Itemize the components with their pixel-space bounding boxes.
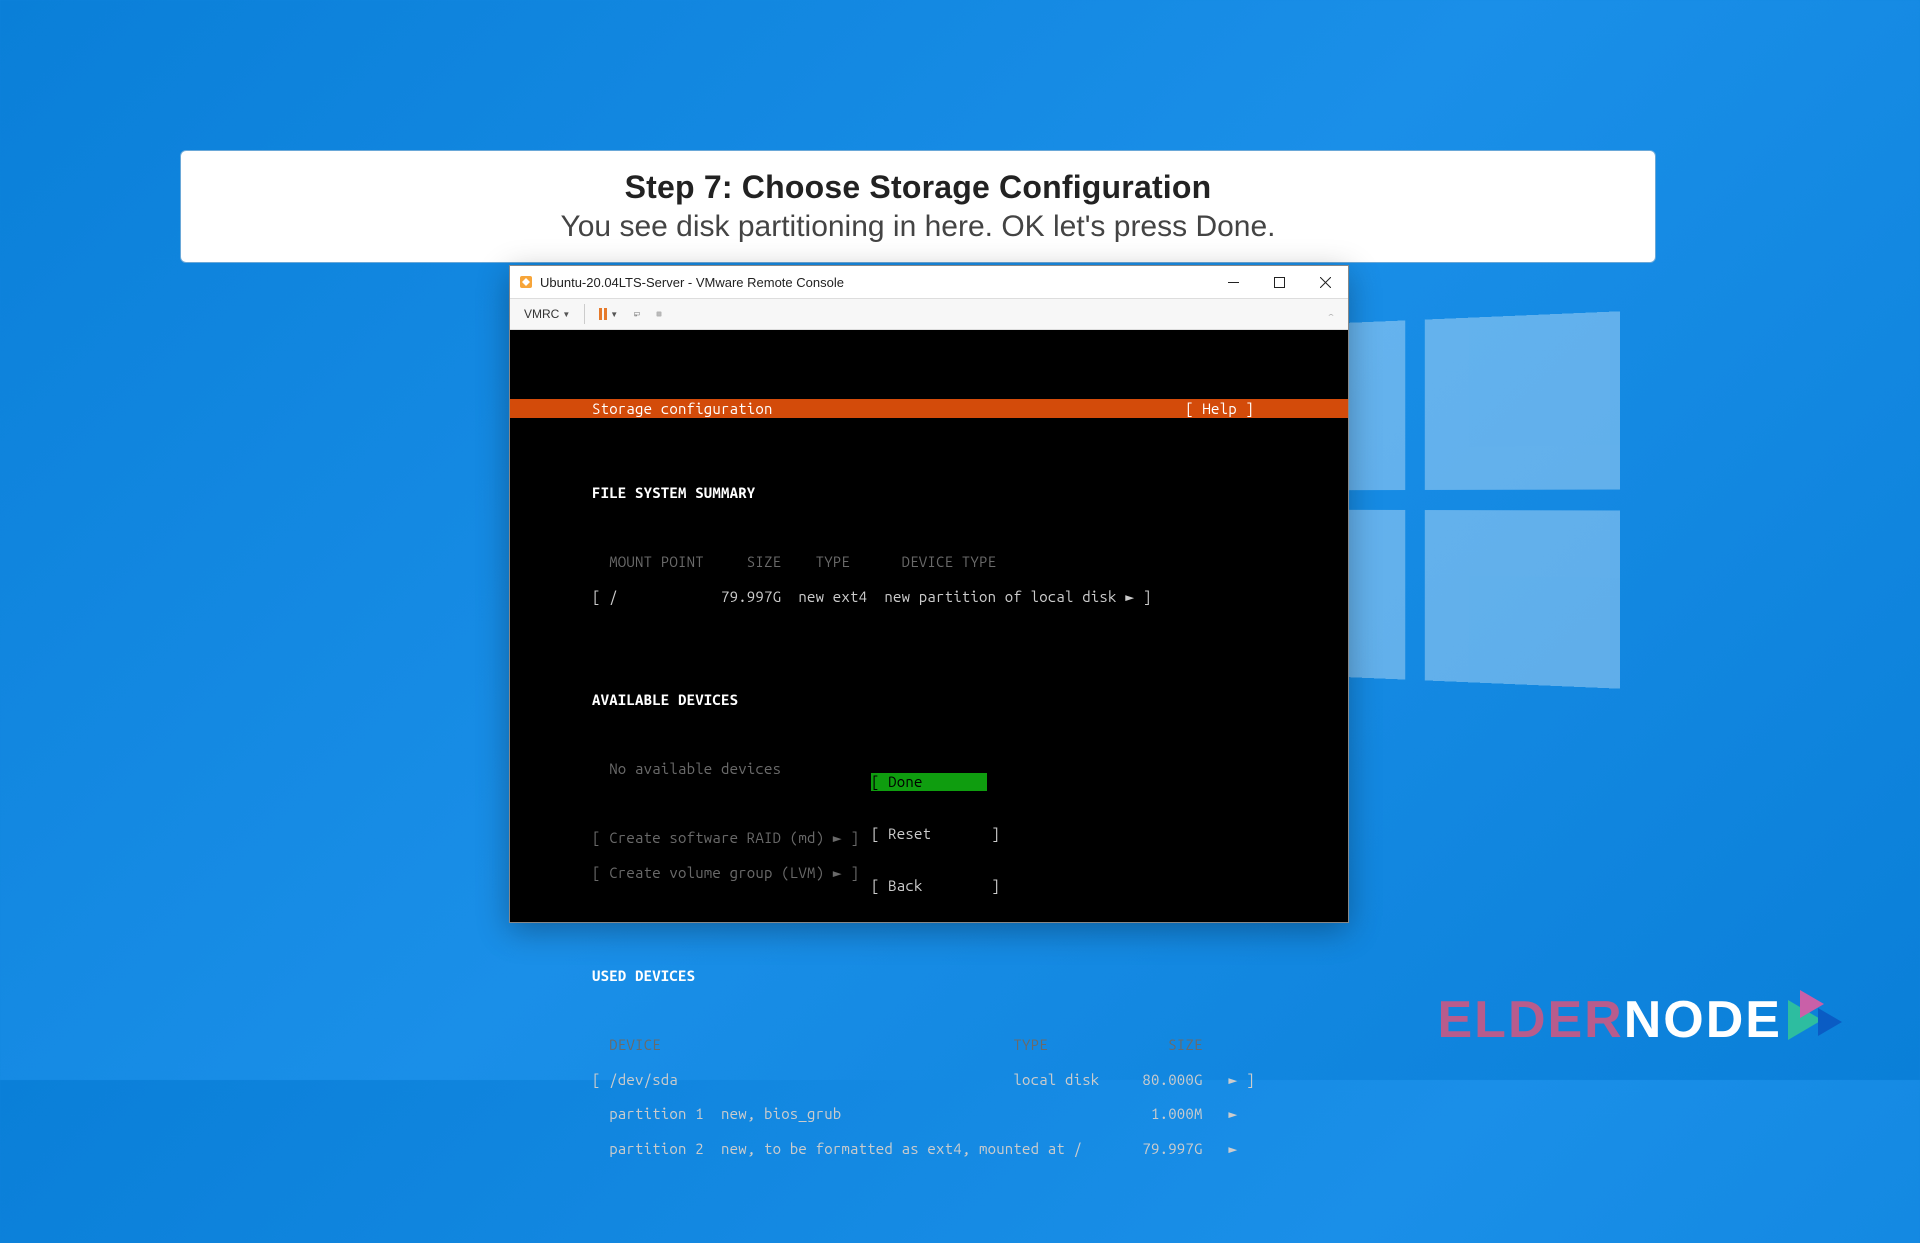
installer-terminal[interactable]: Storage configuration [ Help ] FILE SYST… bbox=[510, 330, 1348, 922]
chevron-down-icon: ▼ bbox=[610, 310, 618, 319]
instruction-banner: Step 7: Choose Storage Configuration You… bbox=[180, 150, 1656, 263]
installer-title: Storage configuration bbox=[510, 400, 773, 417]
device-sda-row[interactable]: [ /dev/sda local disk 80.000G ► ] bbox=[510, 1071, 1348, 1088]
banner-subtitle: You see disk partitioning in here. OK le… bbox=[221, 210, 1615, 244]
logo-triangles-icon bbox=[1788, 990, 1860, 1050]
partition1-row[interactable]: partition 1 new, bios_grub 1.000M ► bbox=[510, 1105, 1348, 1122]
installer-buttons: [ Done ] [ Reset ] [ Back ] bbox=[510, 739, 1348, 929]
minimize-button[interactable] bbox=[1210, 266, 1256, 298]
connection-icon[interactable] bbox=[1322, 305, 1340, 323]
chevron-down-icon: ▼ bbox=[562, 310, 570, 319]
available-devices-heading: AVAILABLE DEVICES bbox=[510, 691, 1348, 708]
back-button[interactable]: [ Back ] bbox=[871, 877, 987, 894]
eldernode-logo: ELDERNODE bbox=[1438, 990, 1861, 1050]
used-headers: DEVICE TYPE SIZE bbox=[510, 1036, 1348, 1053]
window-controls bbox=[1210, 266, 1348, 298]
pause-icon bbox=[599, 308, 607, 320]
installer-header: Storage configuration [ Help ] bbox=[510, 399, 1348, 418]
partition2-row[interactable]: partition 2 new, to be formatted as ext4… bbox=[510, 1140, 1348, 1157]
reset-button[interactable]: [ Reset ] bbox=[871, 825, 987, 842]
fs-headers: MOUNT POINT SIZE TYPE DEVICE TYPE bbox=[510, 553, 1348, 570]
done-button[interactable]: [ Done ] bbox=[871, 773, 987, 790]
help-button[interactable]: [ Help ] bbox=[1185, 400, 1348, 417]
vmware-toolbar: VMRC ▼ ▼ bbox=[510, 298, 1348, 330]
used-devices-heading: USED DEVICES bbox=[510, 967, 1348, 984]
window-titlebar[interactable]: Ubuntu-20.04LTS-Server - VMware Remote C… bbox=[510, 266, 1348, 298]
maximize-button[interactable] bbox=[1256, 266, 1302, 298]
vmrc-menu[interactable]: VMRC ▼ bbox=[518, 303, 576, 325]
vmware-window: Ubuntu-20.04LTS-Server - VMware Remote C… bbox=[509, 265, 1349, 923]
pause-button[interactable]: ▼ bbox=[593, 304, 624, 324]
window-title: Ubuntu-20.04LTS-Server - VMware Remote C… bbox=[540, 275, 1210, 290]
fs-root-row[interactable]: [ / 79.997G new ext4 new partition of lo… bbox=[510, 588, 1348, 605]
fullscreen-button[interactable] bbox=[650, 305, 668, 323]
send-cad-button[interactable] bbox=[628, 305, 646, 323]
fs-summary-heading: FILE SYSTEM SUMMARY bbox=[510, 484, 1348, 501]
banner-title: Step 7: Choose Storage Configuration bbox=[221, 169, 1615, 206]
vmware-icon bbox=[518, 274, 534, 290]
close-button[interactable] bbox=[1302, 266, 1348, 298]
